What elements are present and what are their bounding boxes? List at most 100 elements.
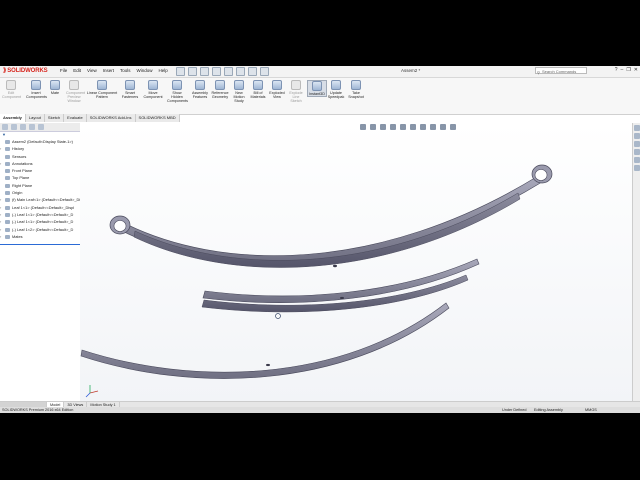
print-icon[interactable]	[212, 67, 221, 76]
toolbar-button-component-preview-window[interactable]: Component Preview Window	[66, 80, 86, 104]
open-icon[interactable]	[188, 67, 197, 76]
rollback-bar[interactable]	[0, 244, 80, 245]
toolbar-button-label: Show Hidden Components	[167, 91, 188, 104]
property-manager-icon[interactable]	[11, 124, 17, 130]
tab-evaluate[interactable]: Evaluate	[64, 114, 87, 122]
bill-of-materials-icon	[253, 80, 263, 90]
toolbar-button-bill-of-materials[interactable]: Bill of Materials	[249, 80, 267, 99]
restore-button[interactable]: ❐	[626, 67, 630, 73]
toolbar-button-reference-geometry[interactable]: Reference Geometry	[210, 80, 230, 99]
view-palette-icon[interactable]	[634, 149, 640, 155]
tree-item[interactable]: Top Plane	[0, 174, 80, 181]
tree-item[interactable]: › Leaf 1<1> (Default<<Default>_Displ	[0, 204, 80, 211]
close-button[interactable]: ✕	[634, 67, 638, 73]
toolbar-button-label: Move Component	[143, 91, 163, 100]
toolbar-button-linear-component-pattern[interactable]: Linear Component Pattern	[86, 80, 118, 99]
toolbar-button-update-speedpak[interactable]: Update Speedpak	[327, 80, 345, 99]
toolbar-button-new-motion-study[interactable]: New Motion Study	[231, 80, 247, 104]
tab-mbd[interactable]: SOLIDWORKS MBD	[135, 114, 180, 122]
appearances-icon[interactable]	[634, 157, 640, 163]
tree-item[interactable]: › (-) Leaf 1<1> (Default<<Default>_D	[0, 211, 80, 218]
toolbar-button-label: Instant3D	[309, 92, 325, 96]
tree-node-icon	[5, 198, 10, 203]
tree-item-label: Right Plane	[12, 182, 33, 188]
toolbar-button-edit-component[interactable]: Edit Component	[2, 80, 21, 99]
menu-edit[interactable]: Edit	[73, 68, 81, 73]
custom-properties-icon[interactable]	[634, 165, 640, 171]
tree-node-icon	[5, 147, 10, 152]
menu-tools[interactable]: Tools	[120, 68, 131, 73]
leaf-bottom[interactable]	[80, 302, 450, 379]
linear-component-pattern-icon	[97, 80, 107, 90]
edit-component-icon	[6, 80, 16, 90]
resources-icon[interactable]	[634, 125, 640, 131]
toolbar-button-assembly-features[interactable]: Assembly Features	[191, 80, 209, 99]
tree-item[interactable]: › (-) Leaf 1<1> (Default<<Default>_D	[0, 218, 80, 225]
coordinate-triad	[85, 385, 99, 398]
main-leaf[interactable]	[109, 164, 553, 268]
toolbar-button-exploded-view[interactable]: Exploded View	[268, 80, 286, 99]
toolbar-button-smart-fasteners[interactable]: Smart Fasteners	[121, 80, 139, 99]
toolbar-button-show-hidden-components[interactable]: Show Hidden Components	[167, 80, 188, 104]
tree-item[interactable]: Front Plane	[0, 167, 80, 174]
toolbar-button-move-component[interactable]: Move Component	[143, 80, 163, 99]
title-bar: ⟫SOLIDWORKS File Edit View Insert Tools …	[0, 66, 640, 78]
tree-item[interactable]: Assem2 (Default<Display State-1>)	[0, 138, 80, 145]
display-manager-icon[interactable]	[38, 124, 44, 130]
document-title: Assem2 *	[401, 68, 421, 73]
menu-window[interactable]: Window	[137, 68, 153, 73]
search-input[interactable]: ⚲ Search Commands	[535, 67, 587, 75]
select-icon[interactable]	[236, 67, 245, 76]
new-icon[interactable]	[176, 67, 185, 76]
tree-item[interactable]: Sensors	[0, 153, 80, 160]
toolbar-button-mate[interactable]: Mate	[48, 80, 62, 95]
exploded-view-icon	[272, 80, 282, 90]
tree-item[interactable]: › Annotations	[0, 160, 80, 167]
menu-view[interactable]: View	[87, 68, 97, 73]
tree-item[interactable]: › History	[0, 145, 80, 152]
toolbar-button-instant3d[interactable]: Instant3D	[307, 80, 327, 98]
save-icon[interactable]	[200, 67, 209, 76]
feature-tree-icon[interactable]	[2, 124, 8, 130]
tab-assembly[interactable]: Assembly	[0, 114, 26, 122]
configuration-manager-icon[interactable]	[20, 124, 26, 130]
status-units[interactable]: MMGS	[585, 407, 597, 413]
design-library-icon[interactable]	[634, 133, 640, 139]
minimize-button[interactable]: –	[621, 67, 624, 73]
toolbar-button-label: Component Preview Window	[66, 91, 86, 104]
tree-item[interactable]: › (-) Leaf 1<2> (Default<<Default>_D	[0, 226, 80, 233]
tree-item-label: Annotations	[12, 160, 33, 166]
menu-file[interactable]: File	[60, 68, 67, 73]
help-button[interactable]: ?	[615, 67, 618, 73]
toolbar-button-take-snapshot[interactable]: Take Snapshot	[347, 80, 365, 99]
tab-addins[interactable]: SOLIDWORKS Add-Ins	[86, 114, 136, 122]
tab-layout[interactable]: Layout	[25, 114, 45, 122]
tab-sketch[interactable]: Sketch	[44, 114, 65, 122]
tree-item[interactable]: Origin	[0, 189, 80, 196]
dimxpert-icon[interactable]	[29, 124, 35, 130]
leaf-middle[interactable]	[201, 258, 480, 313]
file-explorer-icon[interactable]	[634, 141, 640, 147]
toolbar-button-insert-components[interactable]: Insert Components	[26, 80, 47, 99]
mate-icon	[50, 80, 60, 90]
explode-line-sketch-icon	[291, 80, 301, 90]
tree-item[interactable]: › Mates	[0, 233, 80, 240]
menu-insert[interactable]: Insert	[103, 68, 114, 73]
options-icon[interactable]	[260, 67, 269, 76]
menu-help[interactable]: Help	[159, 68, 168, 73]
tree-node-icon	[5, 205, 10, 210]
tree-item[interactable]: Right Plane	[0, 182, 80, 189]
undo-icon[interactable]	[224, 67, 233, 76]
solidworks-logo[interactable]: ⟫SOLIDWORKS	[3, 67, 48, 74]
solidworks-window: ⟫SOLIDWORKS File Edit View Insert Tools …	[0, 66, 640, 413]
graphics-area[interactable]	[80, 123, 632, 406]
status-editing: Editing Assembly	[534, 408, 563, 412]
move-component-icon	[148, 80, 158, 90]
toolbar-button-explode-line-sketch[interactable]: Explode Line Sketch	[288, 80, 304, 104]
tree-node-icon	[5, 227, 10, 232]
instant3d-icon	[312, 81, 322, 91]
toolbar-button-label: Linear Component Pattern	[86, 91, 118, 100]
tree-item[interactable]: › (f) Main Leaf<1> (Default<<Default>_Dis…	[0, 196, 89, 203]
tree-item-label: (f) Main Leaf<1> (Default<<Default>_Disp…	[12, 197, 90, 203]
rebuild-icon[interactable]	[248, 67, 257, 76]
